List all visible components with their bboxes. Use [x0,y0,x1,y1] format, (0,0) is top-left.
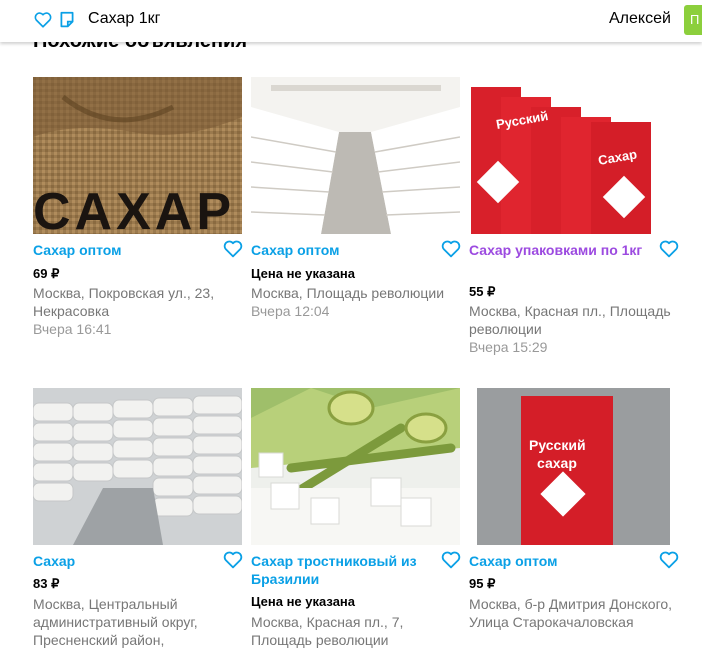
listing-title[interactable]: Сахар оптом [33,241,213,259]
listing-time: Вчера 15:29 [469,339,548,355]
listing-time: Вчера 16:41 [33,321,112,337]
listing-address: Москва, Красная пл., 7, Площадь революци… [251,614,404,648]
favorite-heart-icon[interactable] [659,551,679,569]
listing-price: 83 ₽ [33,576,60,591]
favorite-heart-icon[interactable] [223,240,243,258]
svg-text:CAXAP: CAXAP [33,183,235,234]
svg-text:сахар: сахар [537,455,577,471]
listing-card[interactable]: Русский сахар Сахар оптом 95 ₽ Москва, б… [469,388,679,630]
favorites-heart-icon[interactable] [34,11,52,29]
listing-title[interactable]: Сахар [33,552,213,570]
listing-card[interactable]: Сахар тростниковый из Бразилии Цена не у… [251,388,461,648]
top-bar: Сахар 1кг Алексей П [0,0,702,42]
listing-address: Москва, б-р Дмитрия Донского, Улица Стар… [469,596,673,630]
listing-price: 95 ₽ [469,576,496,591]
listing-title[interactable]: Сахар оптом [469,552,649,570]
warehouse-icon[interactable] [251,77,460,234]
listing-card[interactable]: Русский Сахар Сахар упаковками по 1кг 55… [469,77,679,355]
listing-title[interactable]: Сахар тростниковый из Бразилии [251,552,431,588]
search-query-title[interactable]: Сахар 1кг [88,10,160,28]
listing-time: Вчера 12:04 [251,303,330,319]
listing-price: 55 ₽ [469,284,496,299]
listing-title[interactable]: Сахар оптом [251,241,431,259]
listing-card[interactable]: CAXAP Сахар оптом 69 ₽ Москва, Покровска… [33,77,243,337]
listing-address: Москва, Площадь революции [251,285,445,301]
listing-card[interactable]: Сахар 83 ₽ Москва, Центральный администр… [33,388,243,648]
listing-card[interactable]: Сахар оптом Цена не указана Москва, Площ… [251,77,461,319]
post-ad-button[interactable]: П [684,5,702,35]
burlap-sack-icon[interactable]: CAXAP [33,77,242,234]
sugar-packs-icon[interactable]: Русский Сахар [469,77,678,234]
sugar-pack-icon[interactable]: Русский сахар [469,388,678,545]
svg-text:Русский: Русский [529,437,586,453]
sack-stacks-icon[interactable] [33,388,242,545]
favorite-heart-icon[interactable] [441,551,461,569]
notes-icon[interactable] [59,11,75,29]
listing-price: 69 ₽ [33,266,60,281]
favorite-heart-icon[interactable] [441,240,461,258]
sugarcane-icon[interactable] [251,388,460,545]
listing-price: Цена не указана [251,266,355,281]
listing-address: Москва, Покровская ул., 23, Некрасовка [33,285,215,319]
listing-address: Москва, Красная пл., Площадь революции [469,303,671,337]
user-name-link[interactable]: Алексей [609,10,671,28]
listing-title[interactable]: Сахар упаковками по 1кг [469,241,649,259]
favorite-heart-icon[interactable] [223,551,243,569]
listing-price: Цена не указана [251,594,355,609]
listing-address: Москва, Центральный административный окр… [33,596,198,648]
favorite-heart-icon[interactable] [659,240,679,258]
